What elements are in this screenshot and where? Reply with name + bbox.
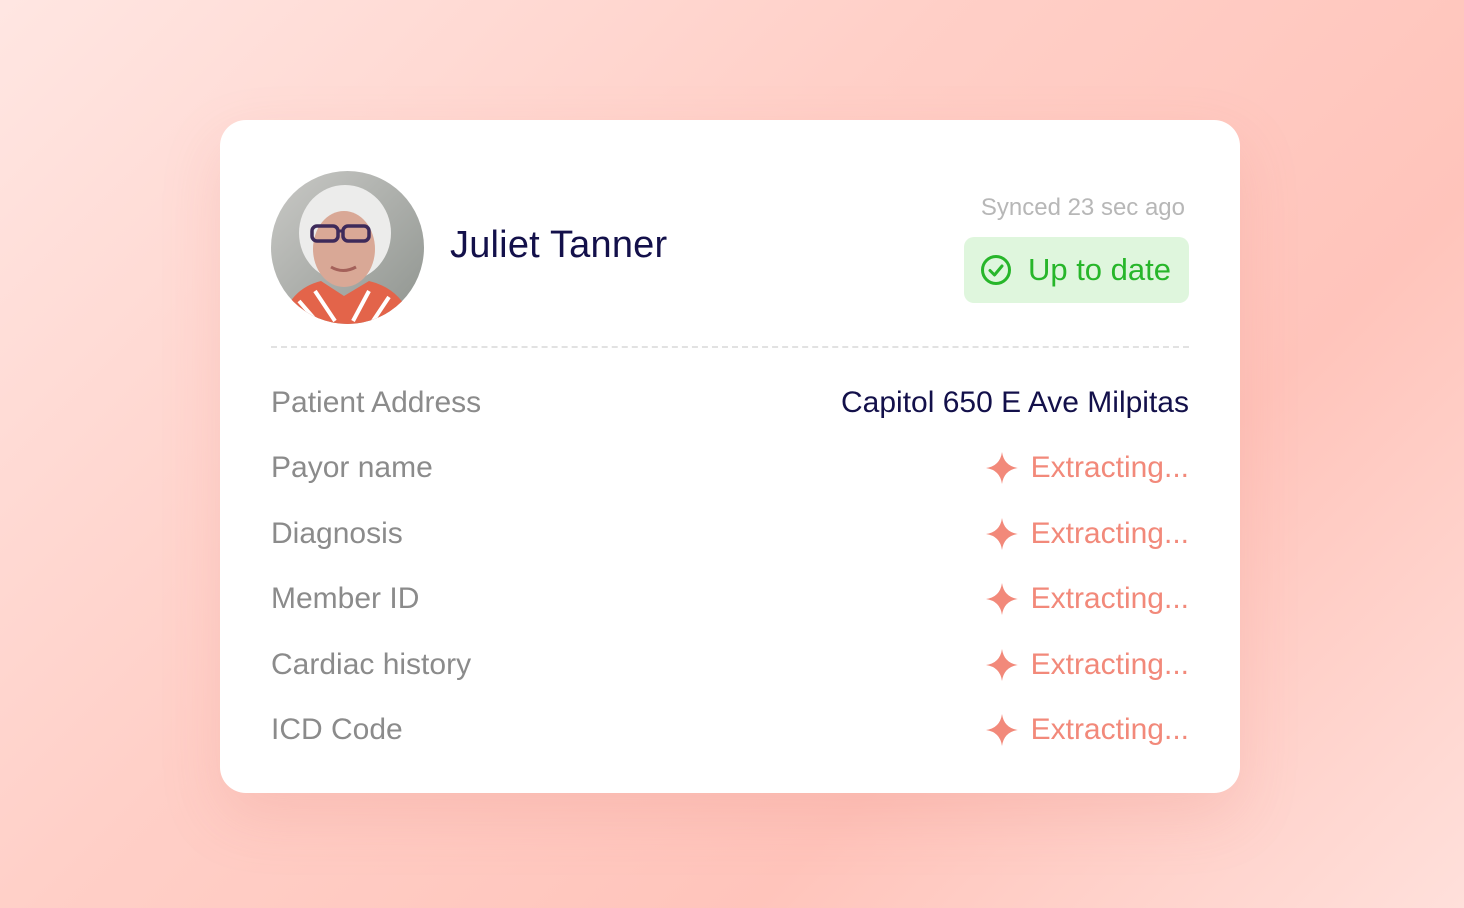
sparkle-icon <box>985 582 1019 616</box>
patient-card: Juliet Tanner Synced 23 sec ago Up to da… <box>220 120 1240 793</box>
field-value: Extracting... <box>1030 713 1189 747</box>
sparkle-icon <box>985 713 1019 747</box>
field-row-diagnosis: Diagnosis Extracting... <box>271 501 1189 567</box>
field-value: Extracting... <box>1030 647 1189 681</box>
extracting-status: Extracting... <box>985 648 1189 682</box>
status-label: Up to date <box>1027 252 1171 287</box>
field-row-patient-address: Patient Address Capitol 650 E Ave Milpit… <box>271 370 1189 436</box>
extracting-status: Extracting... <box>985 517 1189 551</box>
sparkle-icon <box>985 648 1019 682</box>
field-row-cardiac-history: Cardiac history Extracting... <box>271 632 1189 698</box>
field-label: Diagnosis <box>271 516 403 550</box>
check-circle-icon <box>980 254 1012 286</box>
field-value: Extracting... <box>1030 516 1189 550</box>
field-row-icd-code: ICD Code Extracting... <box>271 698 1189 764</box>
sync-timestamp: Synced 23 sec ago <box>980 194 1185 221</box>
field-row-payor-name: Payor name Extracting... <box>271 436 1189 502</box>
sparkle-icon <box>985 451 1019 485</box>
field-value: Extracting... <box>1030 582 1189 616</box>
field-list: Patient Address Capitol 650 E Ave Milpit… <box>271 370 1189 763</box>
extracting-status: Extracting... <box>985 582 1189 616</box>
sparkle-icon <box>985 517 1019 551</box>
field-label: ICD Code <box>271 713 403 747</box>
extracting-status: Extracting... <box>985 451 1189 485</box>
status-badge: Up to date <box>963 237 1189 303</box>
avatar <box>271 171 424 324</box>
field-value: Capitol 650 E Ave Milpitas <box>841 385 1189 419</box>
patient-photo-icon <box>271 171 424 324</box>
divider <box>271 346 1189 348</box>
field-label: Payor name <box>271 451 433 485</box>
field-value: Extracting... <box>1030 451 1189 485</box>
patient-name: Juliet Tanner <box>450 224 668 266</box>
field-label: Cardiac history <box>271 647 472 681</box>
field-label: Patient Address <box>271 385 482 419</box>
field-row-member-id: Member ID Extracting... <box>271 567 1189 633</box>
field-label: Member ID <box>271 582 420 616</box>
extracting-status: Extracting... <box>985 713 1189 747</box>
